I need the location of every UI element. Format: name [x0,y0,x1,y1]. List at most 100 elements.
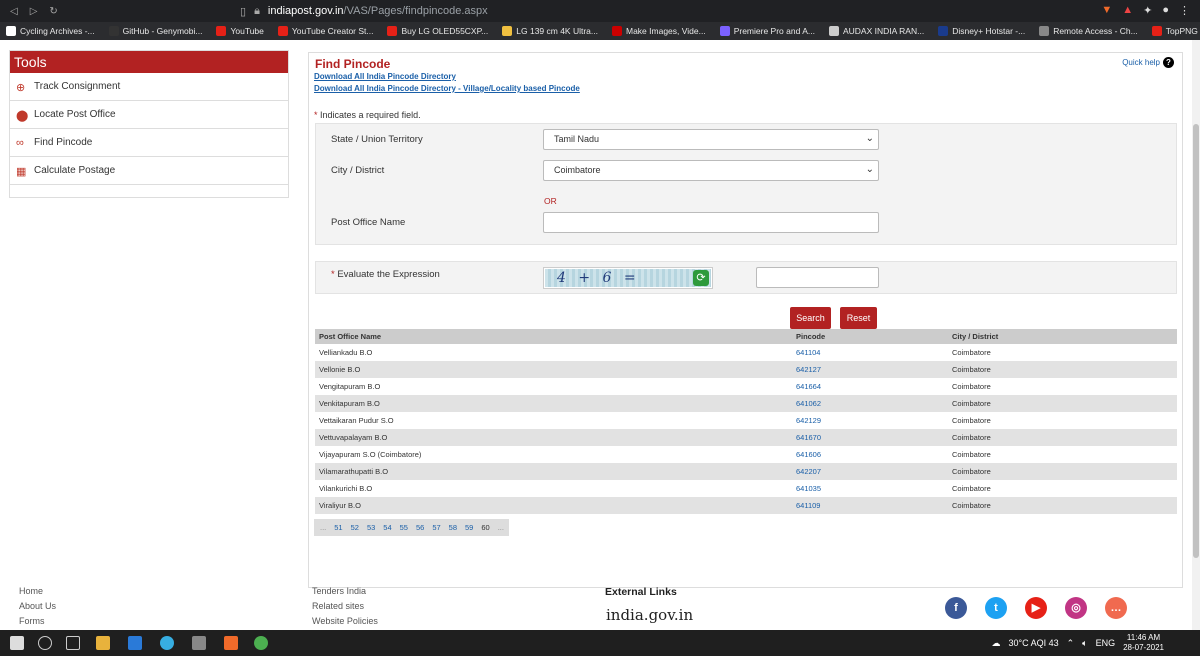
india-gov-logo[interactable]: india.gov.in [606,606,693,624]
city-cell: Coimbatore [952,450,991,459]
tools-item-label: Calculate Postage [34,165,116,176]
table-row: Vettaikaran Pudur S.O 642129 Coimbatore [315,412,1177,429]
page-link[interactable]: 52 [351,523,359,532]
bookmark-item[interactable]: YouTube Creator St... [277,26,373,36]
address-bar[interactable]: ▯ 🔒︎ indiapost.gov.in/VAS/Pages/findpinc… [240,5,488,18]
city-cell: Coimbatore [952,416,991,425]
weather-text[interactable]: 30°C AQI 43 [1008,638,1058,648]
page-link[interactable]: ... [498,523,504,532]
chat-icon[interactable]: … [1105,597,1127,619]
reset-button[interactable]: Reset [840,307,877,329]
bookmark-item[interactable]: Buy LG OLED55CXP... [387,26,488,36]
footer-links-col1: HomeAbout UsFormsCareers [19,586,56,630]
footer-link[interactable]: About Us [19,601,56,611]
bookmark-item[interactable]: YouTube [216,26,264,36]
download-all-link[interactable]: Download All India Pincode Directory [314,72,456,81]
page-link[interactable]: 54 [383,523,391,532]
tools-item-find-pincode[interactable]: ∞ Find Pincode [10,129,288,157]
scrollbar-thumb[interactable] [1193,124,1199,558]
profile-icon[interactable]: ● [1162,4,1169,17]
pincode-cell[interactable]: 641035 [792,480,948,497]
menu-icon[interactable]: ⋮ [1179,4,1190,17]
bookmark-item[interactable]: AUDAX INDIA RAN... [828,26,925,36]
telegram-icon[interactable] [160,636,174,650]
bookmark-label: AUDAX INDIA RAN... [842,26,925,36]
mail-icon[interactable] [128,636,142,650]
results-table: Post Office Name Pincode City / District… [315,329,1177,514]
post-office-input[interactable] [543,212,879,233]
tools-item-label: Track Consignment [34,81,121,92]
pincode-cell[interactable]: 641104 [792,344,948,361]
windows-start-icon[interactable] [10,636,24,650]
pincode-cell[interactable]: 642127 [792,361,948,378]
page-link[interactable]: ... [320,523,326,532]
instagram-icon[interactable]: ◎ [1065,597,1087,619]
facebook-icon[interactable]: f [945,597,967,619]
chrome-icon[interactable] [254,636,268,650]
forward-icon[interactable]: ▷ [30,6,38,17]
bookmark-item[interactable]: TopPNG | Downloa... [1151,26,1200,36]
page-scrollbar[interactable] [1192,40,1200,630]
youtube-icon[interactable]: ▶ [1025,597,1047,619]
bookmark-item[interactable]: Disney+ Hotstar -... [938,26,1025,36]
city-select[interactable]: Coimbatore ⌄ [543,160,879,181]
page-link[interactable]: 53 [367,523,375,532]
table-row: Vilankurichi B.O 641035 Coimbatore [315,480,1177,497]
bookmark-star-icon[interactable]: ▯ [240,5,246,18]
rewards-icon[interactable]: ▲ [1122,4,1133,17]
footer-link[interactable]: Home [19,586,56,596]
brave-shield-icon[interactable]: ▼ [1101,4,1112,17]
url-path: /VAS/Pages/findpincode.aspx [343,5,488,17]
bookmark-item[interactable]: Premiere Pro and A... [719,26,815,36]
bookmark-item[interactable]: GitHub - Genymobi... [108,26,202,36]
city-cell: Coimbatore [948,463,1177,480]
tools-item-locate-post-office[interactable]: ⬤ Locate Post Office [10,101,288,129]
target-icon: ⊕ [16,81,26,94]
page-link[interactable]: 59 [465,523,473,532]
bookmark-label: Premiere Pro and A... [733,26,815,36]
search-icon[interactable] [38,636,52,650]
state-select[interactable]: Tamil Nadu ⌄ [543,129,879,150]
lang-indicator[interactable]: ENG [1096,638,1116,648]
tools-item-calculate-postage[interactable]: ▦ Calculate Postage [10,157,288,185]
page-link[interactable]: 58 [449,523,457,532]
footer-link[interactable]: Related sites [312,601,378,611]
footer-link[interactable]: Tenders India [312,586,378,596]
footer-link[interactable]: Forms [19,616,56,626]
bookmark-item[interactable]: Remote Access - Ch... [1039,26,1138,36]
pincode-cell[interactable]: 641062 [792,395,948,412]
search-button[interactable]: Search [790,307,831,329]
bookmark-item[interactable]: LG 139 cm 4K Ultra... [502,26,598,36]
bookmark-item[interactable]: Make Images, Vide... [612,26,706,36]
tray-arrow-icon[interactable]: ⌃ [1067,638,1075,649]
page-link[interactable]: 57 [432,523,440,532]
speaker-icon[interactable]: 🔈︎ [1082,638,1087,649]
column-header-pincode: Pincode [792,329,948,344]
pincode-cell[interactable]: 641670 [792,429,948,446]
page-link[interactable]: 51 [334,523,342,532]
photos-icon[interactable] [192,636,206,650]
page-link[interactable]: 56 [416,523,424,532]
download-village-link[interactable]: Download All India Pincode Directory - V… [314,84,580,93]
table-row: Viraliyur B.O 641109 Coimbatore [315,497,1177,514]
refresh-icon[interactable]: ⟳ [693,270,709,286]
quick-help-link[interactable]: Quick help ? [1122,57,1174,68]
clock[interactable]: 11:46 AM 28-07-2021 [1123,633,1164,653]
reload-icon[interactable]: ↻ [49,6,57,17]
pincode-cell[interactable]: 642129 [792,412,948,429]
task-view-icon[interactable] [66,636,80,650]
file-explorer-icon[interactable] [96,636,110,650]
twitter-icon[interactable]: t [985,597,1007,619]
tools-item-track-consignment[interactable]: ⊕ Track Consignment [10,73,288,101]
page-link[interactable]: 55 [400,523,408,532]
footer-link[interactable]: Website Policies [312,616,378,626]
pincode-cell[interactable]: 641606 [792,446,948,463]
brave-browser-icon[interactable] [224,636,238,650]
captcha-answer-input[interactable] [756,267,879,288]
pincode-cell[interactable]: 641109 [792,497,948,514]
extensions-icon[interactable]: ✦ [1143,4,1152,17]
pincode-cell[interactable]: 642207 [792,463,948,480]
back-icon[interactable]: ◁ [10,6,18,17]
pincode-cell[interactable]: 641664 [792,378,948,395]
bookmark-item[interactable]: Cycling Archives -... [6,26,95,36]
